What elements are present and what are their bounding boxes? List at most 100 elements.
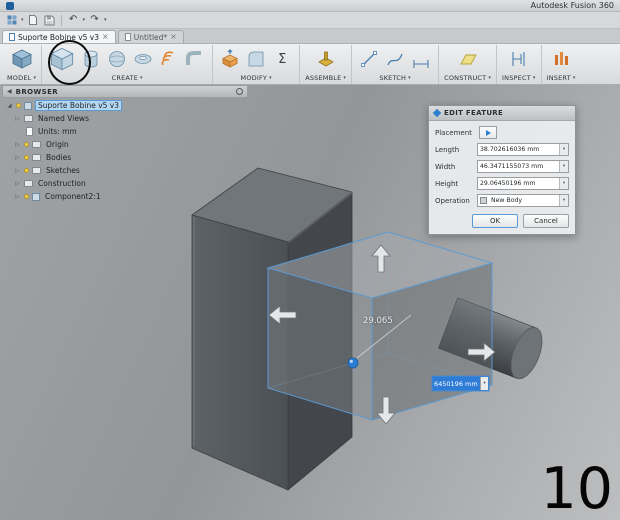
width-row: Width 46.3471155073 mm ▾ bbox=[435, 158, 569, 175]
visibility-bulb-icon[interactable] bbox=[16, 103, 21, 108]
expand-icon[interactable]: ◢ bbox=[6, 103, 13, 109]
tree-item-construction[interactable]: ▷ Construction bbox=[2, 177, 248, 190]
sketch-dimension-tool-icon[interactable] bbox=[409, 47, 433, 71]
insert-tool-icon[interactable] bbox=[549, 47, 573, 71]
browser-tree: ◢ Suporte Bobine v5 v3 ▷ Named Views Uni… bbox=[2, 98, 248, 203]
tree-item-named-views[interactable]: ▷ Named Views bbox=[2, 112, 248, 125]
measure-tool-icon[interactable] bbox=[507, 47, 531, 71]
folder-icon bbox=[32, 141, 41, 148]
operation-select[interactable]: New Body ▾ bbox=[477, 194, 569, 207]
chevron-down-icon: ▾ bbox=[33, 74, 37, 81]
tab-suporte-bobine[interactable]: Suporte Bobine v5 v3 × bbox=[2, 30, 116, 43]
expand-icon[interactable]: ▷ bbox=[14, 168, 21, 174]
save-icon[interactable] bbox=[43, 13, 56, 27]
sketch-menu[interactable]: SKETCH ▾ bbox=[379, 73, 410, 83]
tree-item-component2[interactable]: ▷ Component2:1 bbox=[2, 190, 248, 203]
ok-button[interactable]: OK bbox=[472, 214, 518, 228]
visibility-bulb-icon[interactable] bbox=[24, 194, 29, 199]
coil-tool-icon[interactable] bbox=[157, 47, 181, 71]
edit-feature-dialog: EDIT FEATURE Placement Length 38.7026160… bbox=[428, 105, 576, 235]
chevron-down-icon[interactable]: ▾ bbox=[104, 17, 107, 23]
tab-untitled[interactable]: Untitled* × bbox=[117, 30, 184, 43]
inspect-menu[interactable]: INSPECT ▾ bbox=[502, 73, 536, 83]
chevron-down-icon[interactable]: ▾ bbox=[559, 195, 568, 206]
ribbon-toolbar: MODEL ▾ CREATE ▾ Σ MODIFY ▾ ASSEMBLE ▾ S… bbox=[0, 44, 620, 85]
visibility-bulb-icon[interactable] bbox=[24, 168, 29, 173]
joint-tool-icon[interactable] bbox=[314, 47, 338, 71]
model-workspace-icon[interactable] bbox=[10, 47, 34, 71]
expand-icon[interactable]: ▷ bbox=[14, 142, 21, 148]
construction-plane-tool-icon[interactable] bbox=[456, 47, 480, 71]
pipe-tool-icon[interactable] bbox=[183, 47, 207, 71]
gear-icon[interactable] bbox=[236, 88, 243, 95]
visibility-bulb-icon[interactable] bbox=[24, 155, 29, 160]
torus-tool-icon[interactable] bbox=[131, 47, 155, 71]
folder-icon bbox=[32, 154, 41, 161]
chevron-down-icon[interactable]: ▾ bbox=[83, 17, 86, 23]
expand-icon[interactable]: ▷ bbox=[14, 116, 21, 122]
construct-menu[interactable]: CONSTRUCT ▾ bbox=[444, 73, 491, 83]
sphere-tool-icon[interactable] bbox=[105, 47, 129, 71]
dimension-label: 29.065 bbox=[363, 316, 393, 326]
height-input[interactable]: 29.06450196 mm ▾ bbox=[477, 177, 569, 190]
close-icon[interactable]: × bbox=[170, 33, 177, 41]
sketch-line-tool-icon[interactable] bbox=[357, 47, 381, 71]
insert-menu[interactable]: INSERT ▾ bbox=[547, 73, 576, 83]
step-number-annotation: 10 bbox=[540, 456, 613, 520]
close-icon[interactable]: × bbox=[102, 33, 109, 41]
chevron-down-icon[interactable]: ▾ bbox=[559, 161, 568, 172]
app-title: Autodesk Fusion 360 bbox=[530, 1, 614, 10]
dimension-input-value[interactable]: 6450196 mm bbox=[433, 377, 480, 390]
feature-diamond-icon bbox=[432, 108, 442, 118]
app-grid-icon[interactable] bbox=[5, 13, 18, 27]
length-input[interactable]: 38.702616036 mm ▾ bbox=[477, 143, 569, 156]
chevron-down-icon[interactable]: ▾ bbox=[480, 377, 488, 390]
cylinder-tool-icon[interactable] bbox=[79, 47, 103, 71]
expand-icon[interactable]: ▷ bbox=[14, 155, 21, 161]
width-input[interactable]: 46.3471155073 mm ▾ bbox=[477, 160, 569, 173]
tree-item-origin[interactable]: ▷ Origin bbox=[2, 138, 248, 151]
browser-header: ◀ BROWSER bbox=[2, 85, 248, 98]
sketch-spline-tool-icon[interactable] bbox=[383, 47, 407, 71]
tree-item-units[interactable]: Units: mm bbox=[2, 125, 248, 138]
create-menu[interactable]: CREATE ▾ bbox=[112, 73, 143, 83]
file-menu-icon[interactable] bbox=[27, 13, 40, 27]
placement-button[interactable] bbox=[479, 126, 497, 139]
visibility-bulb-icon[interactable] bbox=[24, 142, 29, 147]
chevron-down-icon: ▾ bbox=[572, 74, 576, 81]
cancel-button[interactable]: Cancel bbox=[523, 214, 569, 228]
undo-icon[interactable]: ↶ bbox=[67, 13, 80, 27]
assemble-menu[interactable]: ASSEMBLE ▾ bbox=[305, 73, 346, 83]
sigma-parameters-icon[interactable]: Σ bbox=[270, 47, 294, 71]
chevron-down-icon[interactable]: ▾ bbox=[559, 144, 568, 155]
document-icon bbox=[124, 33, 131, 41]
tree-item-root-component[interactable]: ◢ Suporte Bobine v5 v3 bbox=[2, 99, 248, 112]
browser-title: BROWSER bbox=[15, 87, 59, 96]
ribbon-group-modify: Σ MODIFY ▾ bbox=[213, 45, 301, 84]
expand-icon[interactable]: ▷ bbox=[14, 181, 21, 187]
chevron-down-icon: ▾ bbox=[269, 74, 272, 81]
box-tool-icon[interactable] bbox=[47, 45, 77, 73]
browser-panel: ◀ BROWSER ◢ Suporte Bobine v5 v3 ▷ Named… bbox=[2, 85, 248, 203]
chevron-down-icon[interactable]: ▾ bbox=[559, 178, 568, 189]
modify-menu[interactable]: MODIFY ▾ bbox=[241, 73, 272, 83]
model-menu[interactable]: MODEL ▾ bbox=[7, 73, 36, 83]
tree-item-sketches[interactable]: ▷ Sketches bbox=[2, 164, 248, 177]
placement-target-icon bbox=[485, 129, 491, 136]
document-icon bbox=[9, 33, 15, 41]
operation-row: Operation New Body ▾ bbox=[435, 192, 569, 209]
press-pull-tool-icon[interactable] bbox=[218, 47, 242, 71]
ribbon-group-sketch: SKETCH ▾ bbox=[352, 45, 440, 84]
expand-icon[interactable]: ▷ bbox=[14, 194, 21, 200]
dialog-header[interactable]: EDIT FEATURE bbox=[429, 106, 575, 121]
dimension-input[interactable]: 6450196 mm ▾ bbox=[432, 376, 489, 391]
3d-viewport[interactable]: 29.065 6450196 mm ▾ ◀ BROWSER ◢ Suporte … bbox=[0, 85, 620, 520]
collapse-panel-icon[interactable]: ◀ bbox=[7, 88, 12, 95]
chevron-down-icon[interactable]: ▾ bbox=[21, 17, 24, 23]
tree-item-bodies[interactable]: ▷ Bodies bbox=[2, 151, 248, 164]
new-body-icon bbox=[480, 197, 487, 204]
redo-icon[interactable]: ↷ bbox=[88, 13, 101, 27]
move-manipulator[interactable] bbox=[347, 357, 359, 369]
fillet-tool-icon[interactable] bbox=[244, 47, 268, 71]
chevron-down-icon: ▾ bbox=[343, 74, 347, 81]
